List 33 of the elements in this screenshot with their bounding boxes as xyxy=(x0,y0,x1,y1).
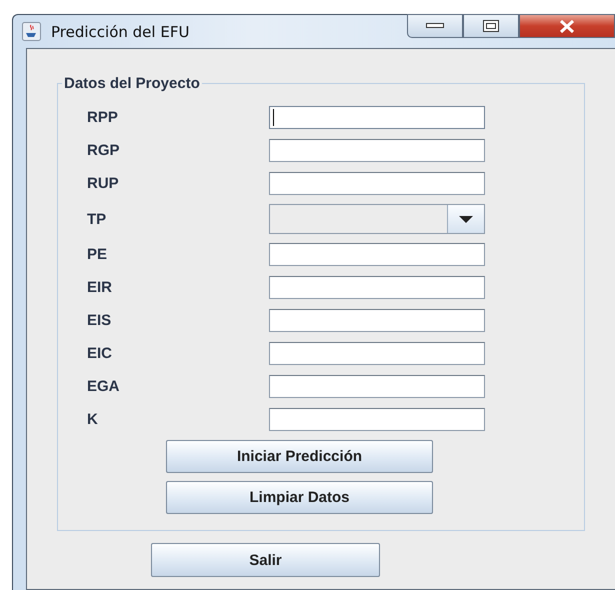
field-label: RUP xyxy=(86,175,120,192)
input-field[interactable] xyxy=(269,342,485,365)
group-title: Datos del Proyecto xyxy=(63,75,201,92)
field-label: RGP xyxy=(86,142,121,159)
input-field[interactable] xyxy=(269,408,485,431)
maximize-icon xyxy=(483,20,499,32)
input-field[interactable] xyxy=(269,309,485,332)
close-icon xyxy=(559,20,575,32)
input-field[interactable] xyxy=(269,243,485,266)
field-label: EIS xyxy=(86,312,112,329)
close-button[interactable] xyxy=(519,14,615,38)
field-label: RPP xyxy=(86,109,119,126)
coffee-cup-icon xyxy=(22,22,41,41)
input-field[interactable] xyxy=(269,172,485,195)
field-label: K xyxy=(86,411,99,428)
field-label: EIC xyxy=(86,345,114,362)
type-dropdown[interactable] xyxy=(269,204,485,234)
action-button[interactable]: Iniciar Predicción xyxy=(166,440,433,473)
input-field[interactable] xyxy=(269,375,485,398)
field-label: TP xyxy=(86,210,108,228)
input-field[interactable] xyxy=(269,139,485,162)
field-label: EGA xyxy=(86,378,121,395)
minimize-icon xyxy=(426,23,444,29)
maximize-button[interactable] xyxy=(463,14,519,38)
input-field[interactable] xyxy=(269,106,485,129)
input-field[interactable] xyxy=(269,276,485,299)
action-button[interactable]: Limpiar Datos xyxy=(166,481,433,514)
dropdown-arrow-icon xyxy=(459,216,473,222)
field-label: PE xyxy=(86,246,108,263)
window-title: Predicción del EFU xyxy=(51,22,190,40)
field-label: EIR xyxy=(86,279,114,296)
minimize-button[interactable] xyxy=(407,14,463,38)
exit-button[interactable]: Salir xyxy=(151,543,380,577)
